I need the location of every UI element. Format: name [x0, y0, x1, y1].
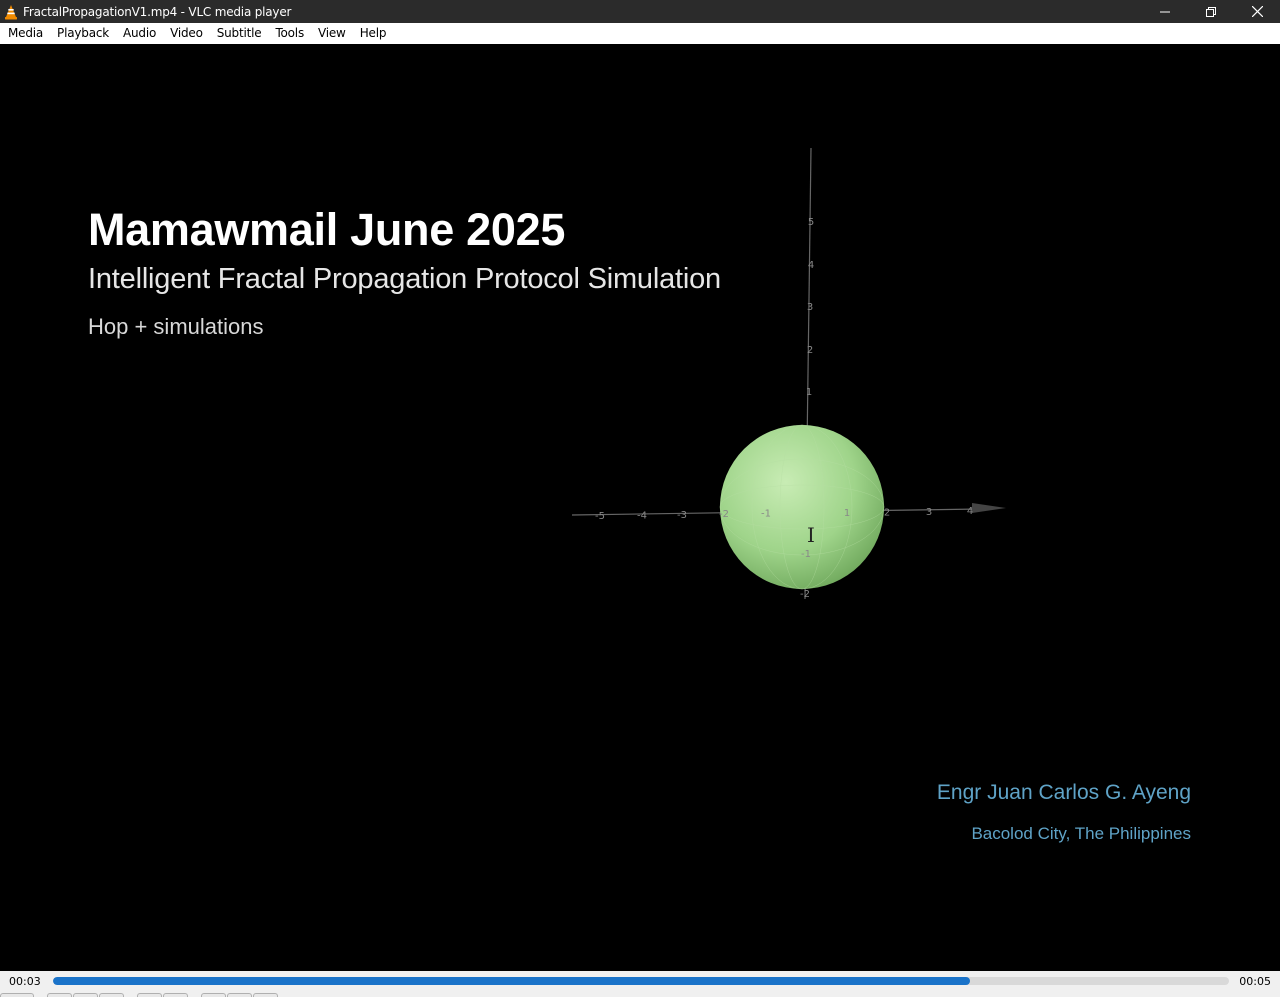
video-location: Bacolod City, The Philippines: [971, 824, 1191, 843]
menu-audio[interactable]: Audio: [116, 23, 163, 44]
next-button[interactable]: [99, 993, 124, 997]
x-tick-label: -1: [761, 509, 771, 520]
vertical-tick-label: 1: [806, 387, 812, 398]
sphere: [720, 425, 884, 589]
restore-icon: [1206, 6, 1216, 17]
x-tick-label: 4: [967, 506, 973, 517]
sphere-axes-scene: -5 -4 -3 -2 -1 1 2 3 4 5 4 3 2 1 -1 -2 I: [571, 147, 1006, 600]
menu-help[interactable]: Help: [353, 23, 394, 44]
vlc-window: FractalPropagationV1.mp4 - VLC media pla…: [0, 0, 1280, 997]
close-button[interactable]: [1234, 0, 1280, 23]
menu-media[interactable]: Media: [1, 23, 50, 44]
x-tick-label: -3: [677, 510, 687, 521]
vertical-tick-label: -1: [801, 549, 811, 560]
x-tick-label: 3: [926, 507, 932, 518]
seek-bar[interactable]: [53, 977, 1229, 985]
vlc-cone-icon: [4, 4, 18, 20]
playlist-button[interactable]: [201, 993, 226, 997]
video-author: Engr Juan Carlos G. Ayeng: [936, 781, 1191, 804]
cursor-ibeam: I: [807, 523, 815, 547]
menu-subtitle[interactable]: Subtitle: [210, 23, 269, 44]
extended-settings-button[interactable]: [163, 993, 188, 997]
title-bar[interactable]: FractalPropagationV1.mp4 - VLC media pla…: [0, 0, 1280, 23]
restore-button[interactable]: [1188, 0, 1234, 23]
shuffle-button[interactable]: [253, 993, 278, 997]
vertical-tick-label: 5: [808, 217, 814, 228]
vertical-tick-label: 4: [808, 260, 814, 271]
menu-tools[interactable]: Tools: [268, 23, 311, 44]
minimize-button[interactable]: [1142, 0, 1188, 23]
video-title: Mamawmail June 2025: [88, 204, 566, 255]
playback-controls: 00:03 00:05: [0, 971, 1280, 997]
vertical-tick-label: 3: [807, 302, 813, 313]
window-title: FractalPropagationV1.mp4 - VLC media pla…: [23, 4, 292, 19]
vertical-tick-label: -2: [800, 589, 810, 600]
menu-video[interactable]: Video: [163, 23, 210, 44]
play-button[interactable]: [0, 993, 34, 997]
x-tick-label: -2: [719, 509, 729, 520]
close-icon: [1251, 6, 1263, 17]
video-subsubtitle: Hop + simulations: [88, 314, 264, 339]
x-tick-label: 2: [884, 507, 890, 518]
total-time: 00:05: [1239, 975, 1271, 988]
minimize-icon: [1160, 11, 1170, 12]
menu-playback[interactable]: Playback: [50, 23, 116, 44]
x-tick-label: 1: [844, 508, 850, 519]
current-time: 00:03: [9, 975, 41, 988]
menu-bar: Media Playback Audio Video Subtitle Tool…: [0, 23, 1280, 44]
x-tick-label: -5: [595, 511, 605, 522]
x-tick-label: -4: [637, 510, 647, 521]
x-axis-arrow: [972, 503, 1006, 513]
video-area[interactable]: Mamawmail June 2025 Intelligent Fractal …: [0, 44, 1280, 971]
menu-view[interactable]: View: [311, 23, 353, 44]
fullscreen-button[interactable]: [137, 993, 162, 997]
loop-button[interactable]: [227, 993, 252, 997]
previous-button[interactable]: [47, 993, 72, 997]
seek-bar-progress: [53, 977, 971, 985]
stop-button[interactable]: [73, 993, 98, 997]
vertical-tick-label: 2: [807, 345, 813, 356]
